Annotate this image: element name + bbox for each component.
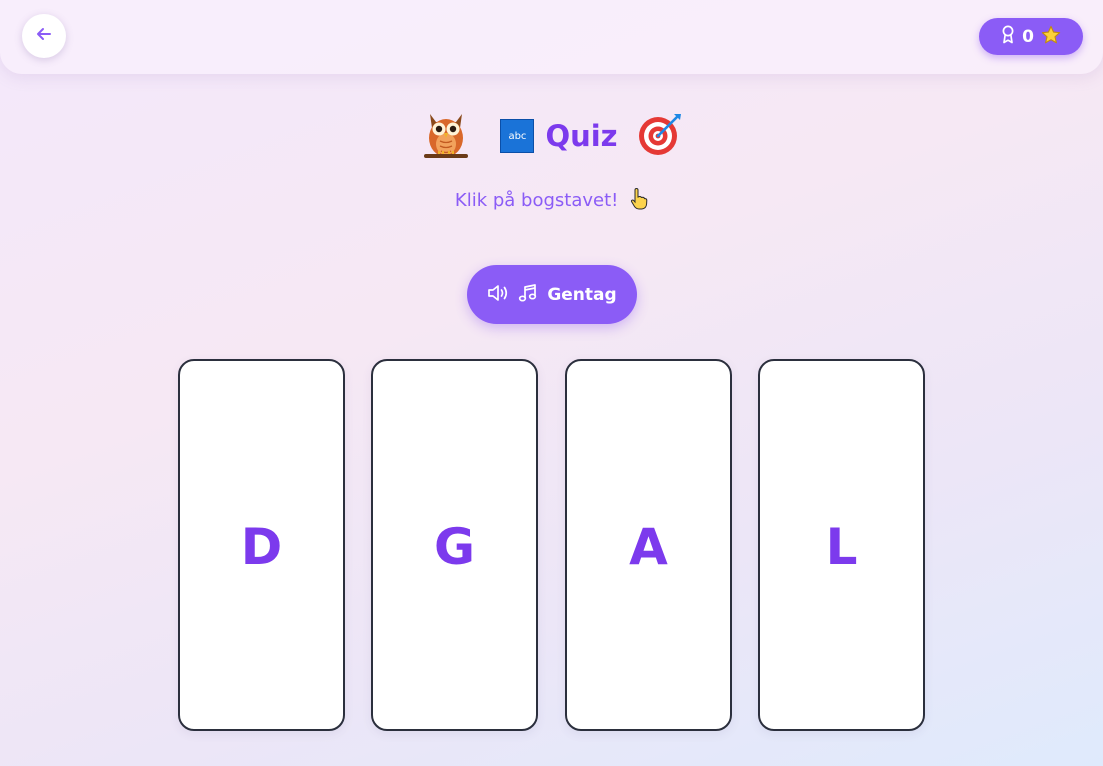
letter-card[interactable]: G <box>371 359 538 731</box>
letter-card[interactable]: A <box>565 359 732 731</box>
score-badge: 0 <box>979 18 1083 55</box>
instruction: Klik på bogstavet! <box>0 187 1103 211</box>
card-letter: D <box>240 518 283 576</box>
speaker-icon <box>487 283 509 307</box>
letter-card[interactable]: L <box>758 359 925 731</box>
music-note-icon <box>518 283 538 307</box>
arrow-left-icon <box>34 24 54 48</box>
repeat-label: Gentag <box>547 284 617 305</box>
card-letter: G <box>433 518 476 576</box>
instruction-text: Klik på bogstavet! <box>454 190 619 211</box>
page-title: Quiz <box>545 119 618 153</box>
card-letter: L <box>825 518 858 576</box>
top-bar: 0 <box>0 0 1103 74</box>
repeat-button[interactable]: Gentag <box>467 265 637 324</box>
abc-icon: abc <box>500 119 535 153</box>
back-button[interactable] <box>22 14 66 58</box>
letter-card[interactable]: D <box>178 359 345 731</box>
award-icon <box>1001 25 1015 48</box>
owl-icon <box>420 108 472 164</box>
target-icon <box>637 111 683 161</box>
star-icon <box>1041 25 1061 49</box>
score-value: 0 <box>1022 26 1034 47</box>
title-row: abc Quiz <box>0 108 1103 164</box>
pointing-hand-icon <box>624 187 648 211</box>
card-letter: A <box>629 518 668 576</box>
